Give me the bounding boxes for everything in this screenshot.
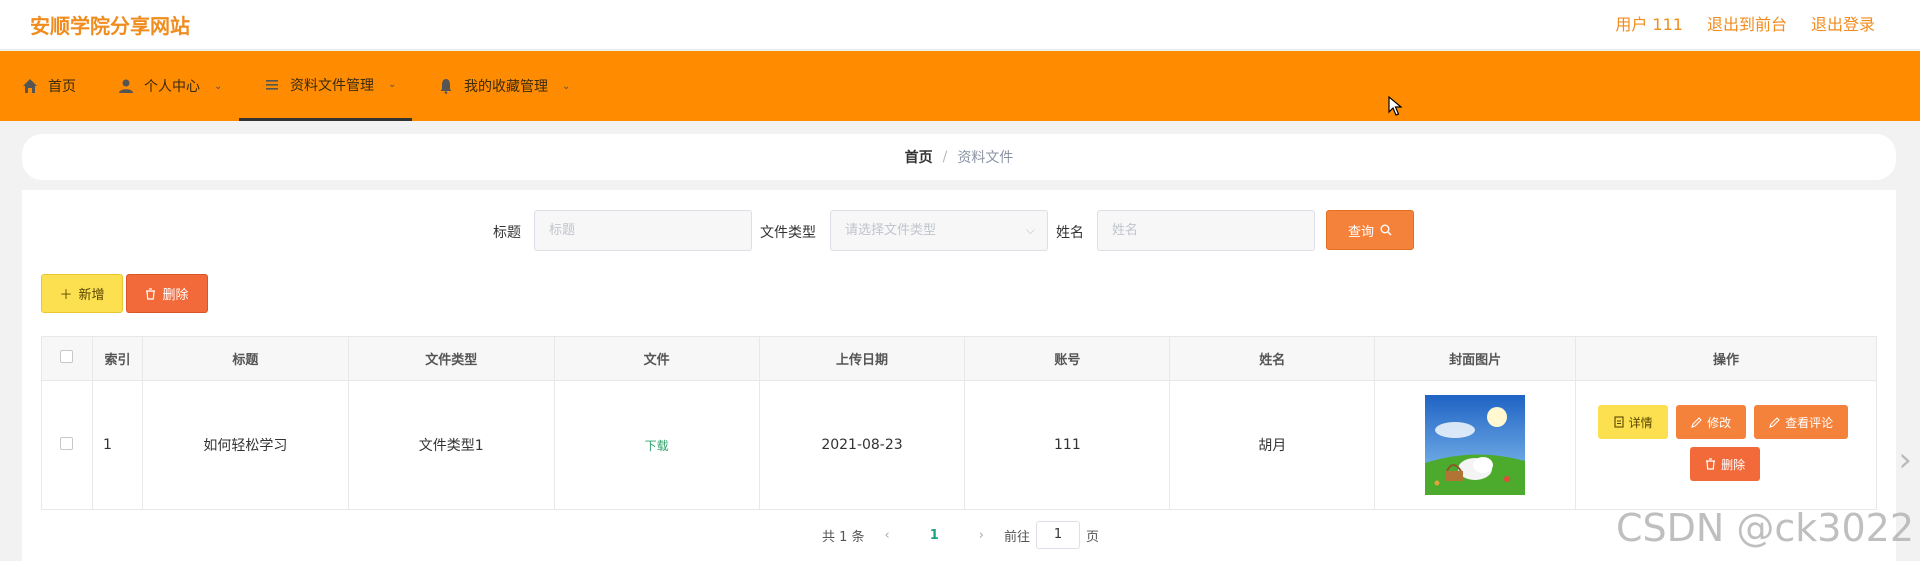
main-nav: 首页 个人中心 ⌄ 资料文件管理 ⌄ 我的收藏管理 ⌄ xyxy=(0,51,1920,121)
title-input[interactable]: 标题 xyxy=(534,210,752,251)
nav-item-favorites[interactable]: 我的收藏管理 ⌄ xyxy=(438,51,570,121)
breadcrumb-separator: / xyxy=(942,149,948,165)
table-row: 1 如何轻松学习 文件类型1 下载 2021-08-23 111 胡月 详情 修… xyxy=(41,380,1877,510)
column-header: 文件 xyxy=(553,336,760,381)
trash-icon xyxy=(1706,458,1716,470)
delete-button-label: 删除 xyxy=(162,288,189,303)
name-label: 姓名 xyxy=(1056,225,1084,241)
pencil-icon xyxy=(1691,416,1702,428)
user-icon xyxy=(119,79,133,93)
chevron-down-icon: ⌵ xyxy=(1025,223,1035,237)
chevron-down-icon: ⌄ xyxy=(214,80,223,92)
detail-button[interactable]: 详情 xyxy=(1598,405,1669,439)
cover-image xyxy=(1425,395,1526,495)
title-cell: 如何轻松学习 xyxy=(141,380,349,510)
table-header-row: 索引 标题 文件类型 文件 上传日期 账号 姓名 封面图片 操作 xyxy=(41,336,1877,381)
bell-icon xyxy=(440,79,452,94)
file-type-placeholder: 请选择文件类型 xyxy=(845,223,937,238)
title-label: 标题 xyxy=(493,225,521,241)
row-checkbox[interactable] xyxy=(60,436,74,450)
logout-link[interactable]: 退出登录 xyxy=(1811,11,1875,35)
home-icon xyxy=(23,79,37,93)
file-type-label: 文件类型 xyxy=(760,225,816,241)
operations-cell: 详情 修改 查看评论 删除 xyxy=(1575,380,1877,510)
column-header: 账号 xyxy=(964,336,1171,381)
row-delete-button[interactable]: 删除 xyxy=(1690,447,1761,481)
batch-delete-button[interactable]: 删除 xyxy=(126,274,208,313)
edit-button-label: 修改 xyxy=(1707,415,1732,430)
user-link[interactable]: 用户 111 xyxy=(1615,11,1683,35)
site-title: 安顺学院分享网站 xyxy=(30,14,190,38)
chevron-right-icon[interactable]: › xyxy=(1898,440,1912,480)
breadcrumb: 首页 / 资料文件 xyxy=(22,134,1896,180)
document-icon xyxy=(1614,416,1624,428)
next-page-icon[interactable]: › xyxy=(979,528,984,543)
column-header: 标题 xyxy=(141,336,349,381)
nav-item-personal-center[interactable]: 个人中心 ⌄ xyxy=(118,51,222,121)
file-type-select[interactable]: 请选择文件类型 ⌵ xyxy=(830,210,1048,251)
trash-icon xyxy=(146,287,156,300)
nav-item-home[interactable]: 首页 xyxy=(22,51,76,121)
file-cell: 下载 xyxy=(553,380,760,510)
view-comments-button-label: 查看评论 xyxy=(1785,415,1834,430)
edit-button[interactable]: 修改 xyxy=(1676,405,1747,439)
row-actions: 详情 修改 查看评论 删除 xyxy=(1576,381,1876,509)
mouse-cursor-icon xyxy=(1388,96,1402,116)
column-header: 封面图片 xyxy=(1374,336,1577,381)
nav-item-label: 个人中心 xyxy=(144,79,200,95)
download-link[interactable]: 下载 xyxy=(645,439,669,453)
type-cell: 文件类型1 xyxy=(347,380,555,510)
cover-cell xyxy=(1374,380,1577,510)
column-header: 姓名 xyxy=(1169,336,1376,381)
exit-front-link[interactable]: 退出到前台 xyxy=(1707,11,1787,35)
prev-page-icon[interactable]: ‹ xyxy=(885,528,890,543)
pencil-icon xyxy=(1769,416,1780,428)
select-all-cell xyxy=(41,336,93,381)
column-header: 文件类型 xyxy=(347,336,555,381)
breadcrumb-current: 资料文件 xyxy=(957,150,1014,166)
search-form: 标题 标题 文件类型 请选择文件类型 ⌵ 姓名 姓名 查询 xyxy=(22,210,1896,252)
file-table: 索引 标题 文件类型 文件 上传日期 账号 姓名 封面图片 操作 1 如何轻松学… xyxy=(41,336,1877,510)
top-links: 用户 111 退出到前台 退出登录 xyxy=(1615,11,1875,35)
top-header: 安顺学院分享网站 用户 111 退出到前台 退出登录 xyxy=(0,0,1920,50)
nav-item-label: 首页 xyxy=(48,79,76,95)
total-count: 共 1 条 xyxy=(822,529,865,545)
add-button-label: 新增 xyxy=(78,288,105,303)
content-card: 标题 标题 文件类型 请选择文件类型 ⌵ 姓名 姓名 查询 ＋ 新增 删除 索引… xyxy=(22,190,1896,561)
list-icon xyxy=(266,79,278,90)
column-header: 操作 xyxy=(1575,336,1877,381)
select-all-checkbox[interactable] xyxy=(60,350,74,363)
chevron-down-icon: ⌄ xyxy=(562,80,571,92)
watermark: CSDN @ck3022 xyxy=(1615,506,1914,550)
column-header: 上传日期 xyxy=(758,336,966,381)
breadcrumb-home[interactable]: 首页 xyxy=(905,147,933,167)
index-cell: 1 xyxy=(91,380,143,510)
page-unit-label: 页 xyxy=(1086,529,1100,545)
name-input[interactable]: 姓名 xyxy=(1097,210,1315,251)
nav-item-file-management[interactable]: 资料文件管理 ⌄ xyxy=(239,51,412,121)
query-button-label: 查询 xyxy=(1347,224,1374,240)
row-delete-button-label: 删除 xyxy=(1721,457,1746,472)
nav-item-label: 资料文件管理 xyxy=(290,77,374,94)
account-cell: 111 xyxy=(964,380,1171,510)
detail-button-label: 详情 xyxy=(1628,415,1653,430)
query-button[interactable]: 查询 xyxy=(1326,210,1414,250)
view-comments-button[interactable]: 查看评论 xyxy=(1754,405,1849,439)
add-button[interactable]: ＋ 新增 xyxy=(41,274,123,313)
row-select-cell xyxy=(41,380,93,510)
date-cell: 2021-08-23 xyxy=(758,380,966,510)
plus-icon: ＋ xyxy=(59,288,73,303)
goto-page-input[interactable]: 1 xyxy=(1036,521,1081,549)
column-header: 索引 xyxy=(91,336,143,381)
page-number[interactable]: 1 xyxy=(930,528,939,543)
goto-label: 前往 xyxy=(1004,529,1031,545)
pagination: 共 1 条 ‹ 1 › 前往 1 页 xyxy=(822,520,1099,550)
nav-item-label: 我的收藏管理 xyxy=(464,79,548,95)
search-icon xyxy=(1380,224,1392,236)
name-cell: 胡月 xyxy=(1169,380,1376,510)
chevron-down-icon: ⌄ xyxy=(388,79,397,90)
